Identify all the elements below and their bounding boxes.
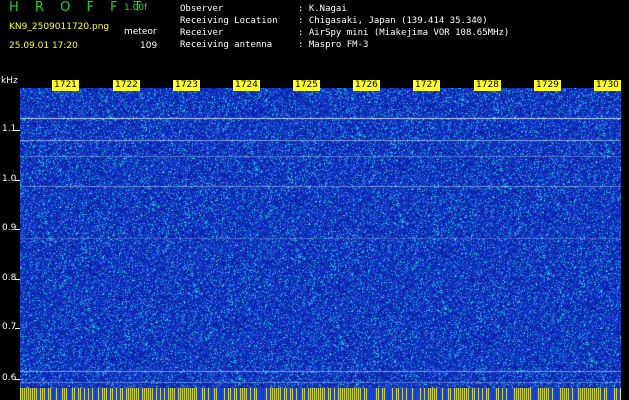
receiver-label: Receiver — [180, 28, 224, 38]
time-tick-label: 1729 — [534, 80, 561, 91]
version-label: 1.00f — [124, 3, 148, 13]
datetime-label: 25.09.01 17:20 — [9, 41, 78, 51]
y-tick-label: 0.7 — [2, 322, 17, 332]
header-panel: H R O F F T 1.00f KN9_2509011720.png met… — [0, 0, 629, 76]
y-tick-label: 0.6 — [2, 373, 17, 383]
time-tick-label: 1730 — [594, 80, 621, 91]
y-tick-label: 1.0 — [2, 174, 17, 184]
observer-label: Observer — [180, 4, 224, 14]
right-margin — [621, 88, 629, 388]
time-tick-label: 1725 — [293, 80, 320, 91]
y-tick-label: 0.8 — [2, 273, 17, 283]
signal-level-strip — [20, 388, 621, 400]
time-tick-label: 1727 — [413, 80, 440, 91]
spectrogram-panel: kHz 1.1 1.0 0.9 0.8 0.7 0.6 1721 1722 17… — [0, 76, 629, 400]
y-tick-label: 1.1 — [2, 124, 17, 134]
spectrogram-canvas — [20, 88, 621, 388]
y-tick-label: 0.9 — [2, 223, 17, 233]
location-value: : Chigasaki, Japan (139.414 35.340) — [298, 16, 488, 26]
time-tick-label: 1723 — [173, 80, 200, 91]
time-tick-label: 1724 — [233, 80, 260, 91]
time-tick-label: 1722 — [113, 80, 140, 91]
observer-value: : K.Nagai — [298, 4, 347, 14]
time-tick-label: 1728 — [474, 80, 501, 91]
receiver-value: : AirSpy mini (Miakejima VOR 108.65MHz) — [298, 28, 510, 38]
location-label: Receiving Location — [180, 16, 278, 26]
spectrogram-image — [20, 88, 621, 388]
count-label: 109 — [140, 41, 158, 51]
frequency-unit-label: kHz — [1, 76, 18, 86]
mode-label: meteor — [124, 27, 157, 37]
filename-label: KN9_2509011720.png — [9, 22, 110, 32]
antenna-label: Receiving antenna — [180, 40, 273, 50]
time-tick-label: 1721 — [52, 80, 79, 91]
time-tick-label: 1726 — [353, 80, 380, 91]
antenna-value: : Maspro FM-3 — [298, 40, 369, 50]
